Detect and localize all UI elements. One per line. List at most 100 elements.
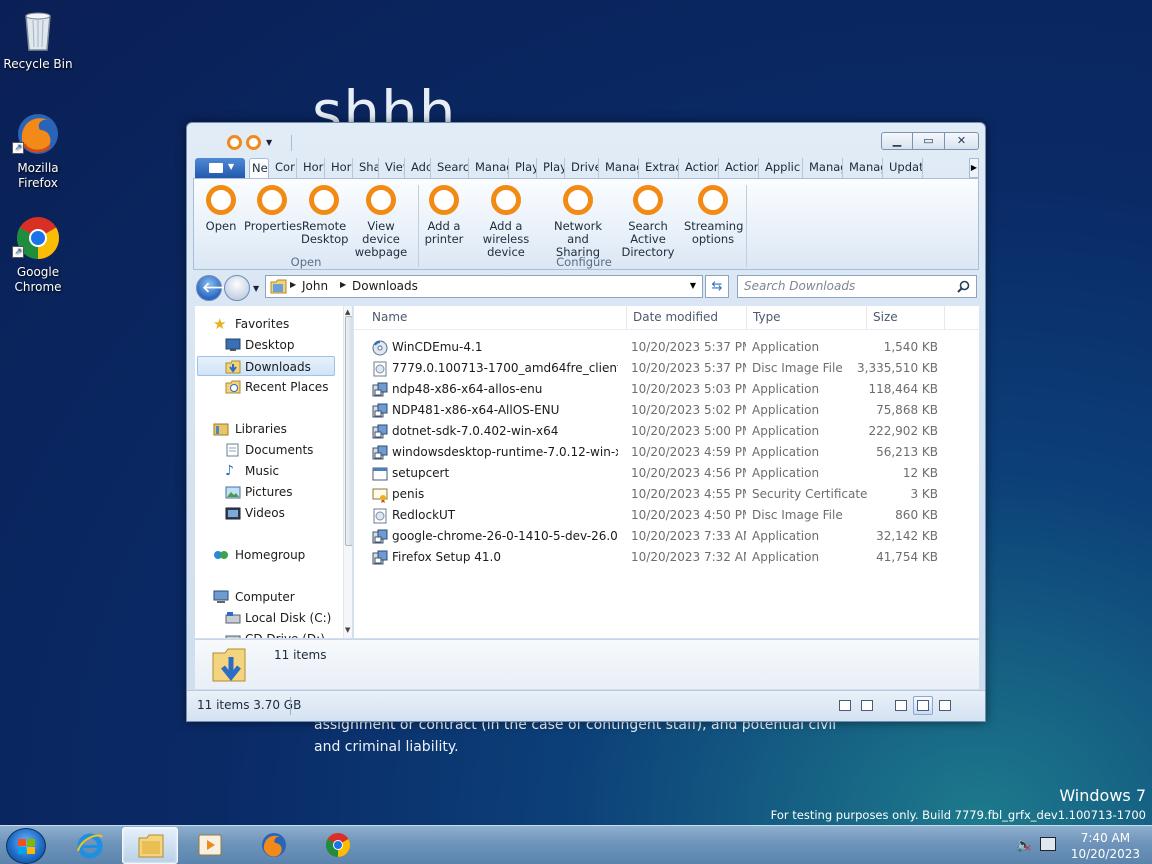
ribbon-network-sharing-button[interactable]: Network and Sharing (546, 183, 610, 259)
nav-favorites[interactable]: ★ Favorites (195, 314, 335, 334)
column-header-date[interactable]: Date modified (633, 310, 718, 328)
desktop-icon-firefox[interactable]: ↗ Mozilla Firefox (0, 110, 76, 191)
ribbon-add-printer-button[interactable]: Add a printer (422, 183, 466, 246)
column-divider[interactable] (944, 306, 945, 330)
ribbon-tab[interactable]: Hor (329, 158, 353, 178)
ribbon-tab[interactable]: Extract (643, 158, 679, 178)
details-pane-toggle[interactable] (913, 696, 933, 715)
scrollbar-thumb[interactable] (345, 316, 352, 546)
column-header-type[interactable]: Type (753, 310, 781, 328)
file-row[interactable]: windowsdesktop-runtime-7.0.12-win-x64 10/… (354, 442, 974, 463)
column-header-name[interactable]: Name (372, 310, 407, 328)
ribbon-add-wireless-device-button[interactable]: Add a wireless device (467, 183, 545, 259)
ribbon-tab[interactable]: Adc (409, 158, 431, 178)
forward-button[interactable] (224, 275, 250, 301)
recent-pages-dropdown-icon[interactable]: ▼ (253, 284, 259, 293)
file-row[interactable]: NDP481-x86-x64-AllOS-ENU 10/20/2023 5:02 … (354, 400, 974, 421)
nav-local-disk[interactable]: Local Disk (C:) (195, 608, 335, 628)
ribbon-tab[interactable]: Action (683, 158, 719, 178)
ribbon-tab[interactable]: Manag (603, 158, 639, 178)
search-box[interactable] (737, 275, 977, 298)
ribbon-tab[interactable]: Net (249, 158, 269, 178)
column-divider[interactable] (626, 306, 627, 330)
ribbon-tab[interactable]: Hor (301, 158, 325, 178)
qat-dropdown-icon[interactable]: ▼ (266, 138, 272, 147)
ribbon-tab[interactable]: Updat (887, 158, 923, 178)
file-row[interactable]: setupcert 10/20/2023 4:56 PM Application 12… (354, 463, 974, 484)
system-clock[interactable]: 7:40 AM 10/20/2023 (1071, 830, 1140, 862)
file-row[interactable]: google-chrome-26-0-1410-5-dev-26.0.14...… (354, 526, 974, 547)
ribbon-remote-desktop-button[interactable]: Remote Desktop (301, 183, 348, 246)
file-row[interactable]: 7779.0.100713-1700_amd64fre_client_en-..… (354, 358, 974, 379)
nav-libraries[interactable]: Libraries (195, 419, 335, 439)
nav-scrollbar[interactable]: ▲ ▼ (343, 306, 352, 638)
taskbar-firefox[interactable] (246, 827, 302, 864)
nav-cd-drive[interactable]: CD Drive (D:) vl (195, 629, 335, 638)
network-icon[interactable] (1040, 837, 1056, 851)
hide-panes-button[interactable] (891, 696, 911, 715)
ribbon-tab[interactable]: Applic (763, 158, 803, 178)
ribbon-tab[interactable]: Manag (473, 158, 509, 178)
ribbon-tab[interactable]: Drive (569, 158, 599, 178)
file-row[interactable]: dotnet-sdk-7.0.402-win-x64 10/20/2023 5:0… (354, 421, 974, 442)
nav-desktop[interactable]: Desktop (195, 335, 335, 355)
address-bar[interactable]: ▶ John ▶ Downloads ▼ (265, 275, 703, 298)
ribbon-search-active-directory-button[interactable]: Search Active Directory (612, 183, 684, 259)
breadcrumb-separator-icon[interactable]: ▶ (340, 280, 346, 289)
breadcrumb-john[interactable]: John (302, 279, 328, 293)
nav-downloads[interactable]: Downloads (197, 356, 335, 376)
ribbon-tab[interactable]: Manag (847, 158, 883, 178)
maximize-button[interactable]: ▭ (913, 132, 945, 150)
qat-button-2-icon[interactable] (246, 135, 261, 150)
file-row[interactable]: RedlockUT 10/20/2023 4:50 PM Disc Image Fi… (354, 505, 974, 526)
nav-recent-places[interactable]: Recent Places (195, 377, 335, 397)
ribbon-tab[interactable]: Action (723, 158, 759, 178)
large-icons-view-button[interactable] (857, 696, 877, 715)
file-row[interactable]: penis 10/20/2023 4:55 PM Security Certific… (354, 484, 974, 505)
column-header-size[interactable]: Size (873, 310, 898, 328)
start-button[interactable] (6, 828, 46, 864)
address-dropdown-icon[interactable]: ▼ (690, 281, 696, 290)
breadcrumb-downloads[interactable]: Downloads (352, 279, 418, 293)
close-button[interactable]: ✕ (945, 132, 979, 150)
ribbon-tab[interactable]: Sha (357, 158, 379, 178)
column-divider[interactable] (866, 306, 867, 330)
file-row[interactable]: Firefox Setup 41.0 10/20/2023 7:32 AM Appl… (354, 547, 974, 568)
preview-pane-toggle[interactable] (935, 696, 955, 715)
app-menu-button[interactable]: ▼ (195, 158, 245, 178)
ribbon-properties-button[interactable]: Properties (244, 183, 302, 233)
ribbon-tab[interactable]: Play (541, 158, 565, 178)
nav-computer[interactable]: Computer (195, 587, 335, 607)
nav-pictures[interactable]: Pictures (195, 482, 335, 502)
taskbar-windows-explorer[interactable] (122, 827, 178, 864)
file-row[interactable]: ndp48-x86-x64-allos-enu 10/20/2023 5:03 P… (354, 379, 974, 400)
minimize-button[interactable]: ▁ (881, 132, 913, 150)
taskbar-chrome[interactable] (310, 827, 366, 864)
nav-videos[interactable]: Videos (195, 503, 335, 523)
ribbon-tab[interactable]: Search (435, 158, 469, 178)
details-view-button[interactable] (835, 696, 855, 715)
taskbar-media-player[interactable] (182, 827, 238, 864)
ribbon-tab[interactable]: Viey (383, 158, 405, 178)
desktop-icon-recycle-bin[interactable]: Recycle Bin (0, 6, 76, 72)
tab-scroll-right-button[interactable]: ▶ (969, 158, 979, 178)
breadcrumb-separator-icon[interactable]: ▶ (290, 280, 296, 289)
desktop-icon-chrome[interactable]: ↗ Google Chrome (0, 214, 76, 295)
ribbon-view-device-webpage-button[interactable]: View device webpage (349, 183, 413, 259)
ribbon-tab[interactable]: Cor (273, 158, 297, 178)
ribbon-tab[interactable]: Play (513, 158, 537, 178)
ribbon-open-button[interactable]: Open (200, 183, 242, 233)
scroll-down-icon[interactable]: ▼ (345, 626, 350, 634)
qat-button-1-icon[interactable] (227, 135, 242, 150)
column-divider[interactable] (746, 306, 747, 330)
nav-homegroup[interactable]: Homegroup (195, 545, 335, 565)
search-icon[interactable] (957, 280, 970, 293)
refresh-button[interactable]: ⇆ (705, 275, 729, 298)
nav-music[interactable]: ♪ Music (195, 461, 335, 481)
ribbon-tab[interactable]: Manag (807, 158, 843, 178)
taskbar-internet-explorer[interactable] (62, 827, 118, 864)
search-input[interactable] (744, 279, 944, 293)
file-row[interactable]: WinCDEmu-4.1 10/20/2023 5:37 PM Applicatio… (354, 337, 974, 358)
nav-documents[interactable]: Documents (195, 440, 335, 460)
back-button[interactable]: 🡐 (196, 275, 240, 301)
